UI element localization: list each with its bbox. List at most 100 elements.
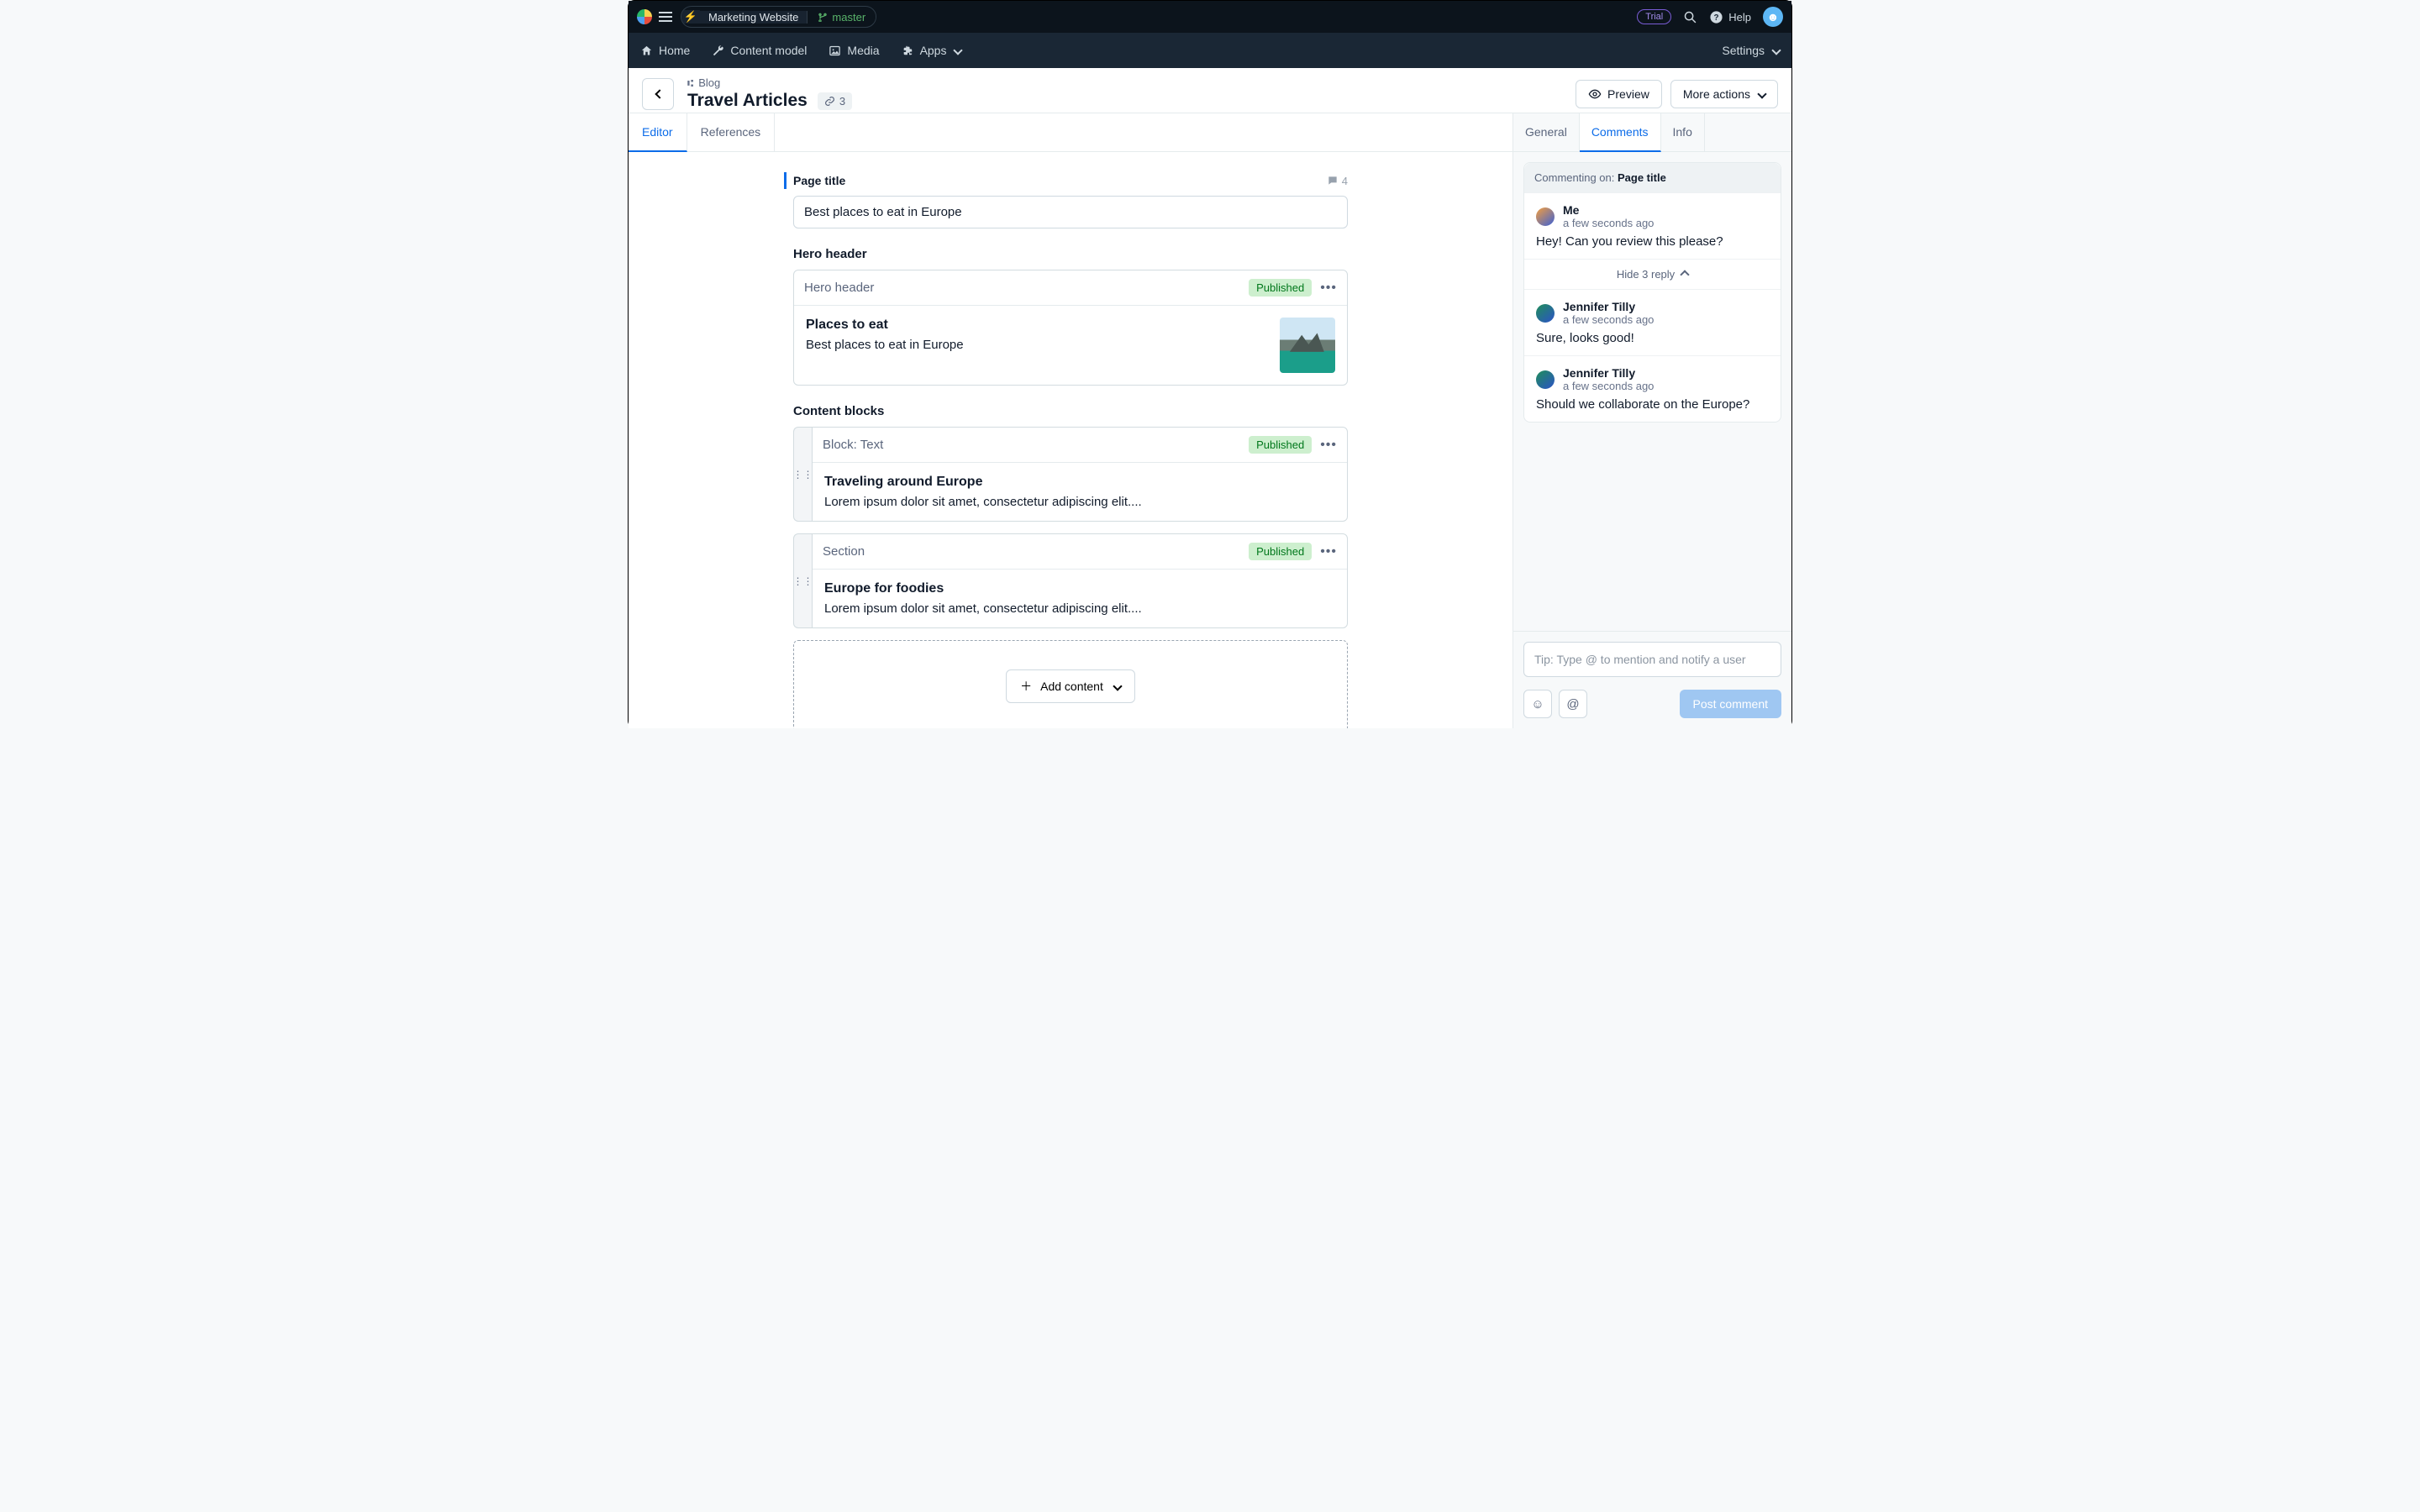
chevron-down-icon (1771, 45, 1781, 55)
emoji-icon: ☺ (1531, 697, 1544, 711)
post-comment-button[interactable]: Post comment (1680, 690, 1781, 718)
status-badge: Published (1249, 436, 1312, 454)
help-icon: ? (1709, 10, 1723, 24)
comment-item: Me a few seconds ago Hey! Can you review… (1524, 192, 1781, 259)
field-hero-header: Hero header Hero header Published ••• Pl… (793, 247, 1348, 386)
comment-item: Jennifer Tilly a few seconds ago Sure, l… (1524, 289, 1781, 355)
logo-icon (637, 9, 652, 24)
comment-author: Jennifer Tilly (1563, 366, 1654, 380)
comment-icon (1327, 175, 1339, 186)
drag-handle-icon[interactable]: ⋮⋮ (793, 427, 812, 522)
environment-name: Marketing Website (700, 11, 807, 24)
card-title: Europe for foodies (824, 581, 1335, 596)
comment-avatar (1536, 370, 1555, 389)
link-icon (824, 96, 835, 107)
drag-handle-icon[interactable]: ⋮⋮ (793, 533, 812, 628)
page-header: ⑆ Blog Travel Articles 3 Preview More ac… (629, 68, 1791, 113)
kebab-icon[interactable]: ••• (1320, 281, 1337, 296)
sidebar: General Comments Info Commenting on: Pag… (1512, 113, 1791, 728)
top-bar: ⚡ Marketing Website master Trial ? Help … (629, 1, 1791, 33)
chevron-down-icon (1113, 681, 1122, 690)
card-title: Traveling around Europe (824, 475, 1335, 490)
comment-thread: Commenting on: Page title Me a few secon… (1523, 162, 1781, 423)
comment-input[interactable] (1523, 642, 1781, 677)
comment-time: a few seconds ago (1563, 380, 1654, 392)
user-avatar[interactable]: ☻ (1763, 7, 1783, 27)
nav-content-model[interactable]: Content model (712, 44, 807, 57)
field-label: Page title (793, 174, 845, 187)
toggle-replies[interactable]: Hide 3 reply (1524, 259, 1781, 289)
hero-card[interactable]: Hero header Published ••• Places to eat … (793, 270, 1348, 386)
sitemap-icon: ⑆ (687, 77, 693, 89)
comment-author: Me (1563, 203, 1654, 217)
references-badge[interactable]: 3 (818, 92, 852, 110)
comment-time: a few seconds ago (1563, 313, 1654, 326)
nav-settings[interactable]: Settings (1722, 44, 1780, 57)
chevron-up-icon (1681, 270, 1690, 279)
nav-media[interactable]: Media (829, 44, 879, 57)
emoji-button[interactable]: ☺ (1523, 690, 1552, 718)
preview-button[interactable]: Preview (1576, 80, 1662, 108)
status-badge: Published (1249, 543, 1312, 560)
plus-icon: ＋ (1020, 678, 1032, 695)
comment-avatar (1536, 304, 1555, 323)
breadcrumb-parent: Blog (698, 76, 720, 89)
back-button[interactable] (642, 78, 674, 110)
tab-general[interactable]: General (1513, 113, 1580, 151)
help-button[interactable]: ? Help (1709, 10, 1751, 24)
tab-comments[interactable]: Comments (1580, 113, 1661, 152)
breadcrumb[interactable]: ⑆ Blog (687, 76, 852, 89)
mention-button[interactable]: @ (1559, 690, 1587, 718)
field-content-blocks: Content blocks ⋮⋮ Block: Text Published … (793, 404, 1348, 728)
comment-composer: ☺ @ Post comment (1513, 631, 1791, 728)
card-desc: Lorem ipsum dolor sit amet, consectetur … (824, 495, 1335, 509)
page-title: Travel Articles (687, 91, 808, 111)
tab-references[interactable]: References (687, 113, 776, 151)
help-label: Help (1728, 11, 1751, 24)
branch-name: master (832, 11, 865, 24)
search-icon (1683, 10, 1697, 24)
comment-time: a few seconds ago (1563, 217, 1654, 229)
content-block-item: ⋮⋮ Section Published ••• Europe for food… (793, 533, 1348, 628)
comment-author: Jennifer Tilly (1563, 300, 1654, 313)
trial-badge: Trial (1637, 9, 1671, 24)
branch-badge[interactable]: master (807, 11, 876, 24)
comment-body: Hey! Can you review this please? (1536, 234, 1769, 249)
editor-area: Page title 4 Hero header Hero header (629, 152, 1512, 728)
section-label: Content blocks (793, 404, 1348, 418)
editor-tabs: Editor References (629, 113, 1512, 152)
home-icon (640, 45, 653, 57)
page-title-input[interactable] (793, 196, 1348, 228)
menu-icon[interactable] (659, 10, 672, 24)
card-desc: Lorem ipsum dolor sit amet, consectetur … (824, 601, 1335, 616)
puzzle-icon (902, 45, 914, 57)
chevron-left-icon (655, 89, 664, 98)
card-desc: Best places to eat in Europe (806, 338, 1268, 352)
search-button[interactable] (1683, 10, 1697, 24)
image-icon (829, 45, 841, 57)
chevron-down-icon (954, 45, 963, 55)
nav-apps[interactable]: Apps (902, 44, 962, 57)
content-block-item: ⋮⋮ Block: Text Published ••• Traveling a… (793, 427, 1348, 522)
wrench-icon (712, 45, 724, 57)
primary-nav: Home Content model Media Apps Settings (629, 33, 1791, 68)
more-actions-button[interactable]: More actions (1670, 80, 1778, 108)
field-comment-indicator[interactable]: 4 (1327, 175, 1348, 187)
comment-body: Should we collaborate on the Europe? (1536, 397, 1769, 412)
environment-switcher[interactable]: ⚡ Marketing Website master (681, 6, 876, 28)
tab-info[interactable]: Info (1661, 113, 1705, 151)
kebab-icon[interactable]: ••• (1320, 544, 1337, 559)
bolt-icon: ⚡ (681, 10, 700, 24)
card-type: Block: Text (823, 438, 883, 452)
branch-icon (818, 12, 828, 22)
eye-icon (1588, 87, 1602, 101)
svg-text:?: ? (1714, 13, 1719, 23)
tab-editor[interactable]: Editor (629, 113, 687, 152)
field-page-title: Page title 4 (793, 172, 1348, 228)
nav-home[interactable]: Home (640, 44, 690, 57)
add-content-button[interactable]: ＋ Add content (1006, 669, 1135, 703)
add-content-zone: ＋ Add content (793, 640, 1348, 728)
comment-avatar (1536, 207, 1555, 226)
kebab-icon[interactable]: ••• (1320, 438, 1337, 453)
status-badge: Published (1249, 279, 1312, 297)
